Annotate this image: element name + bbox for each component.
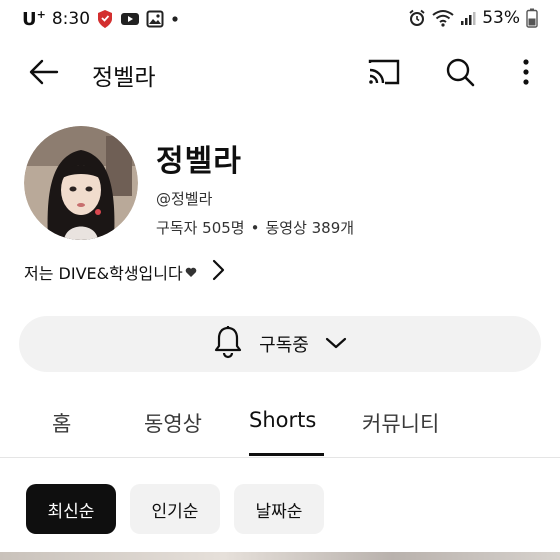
shield-icon (96, 9, 114, 29)
back-arrow-icon (29, 59, 59, 89)
wifi-icon (432, 9, 454, 27)
carrier-label: U+ (22, 8, 46, 30)
channel-stats: 구독자 505명 • 동영상 389개 (156, 217, 354, 238)
heart-icon (185, 263, 197, 282)
chip-oldest[interactable]: 날짜순 (234, 484, 324, 534)
bell-icon (213, 325, 243, 363)
tab-community[interactable]: 커뮤니티 (362, 408, 439, 438)
subscribed-button[interactable]: 구독중 (19, 316, 541, 372)
tab-shorts[interactable]: Shorts (249, 408, 316, 432)
tab-home[interactable]: 홈 (52, 408, 71, 438)
chip-latest[interactable]: 최신순 (26, 484, 116, 534)
alarm-icon (408, 9, 426, 27)
active-tab-indicator (249, 453, 324, 456)
subscriber-count: 구독자 505명 (156, 219, 245, 237)
status-bar: U+ 8:30 53% (0, 0, 560, 42)
search-button[interactable] (442, 56, 478, 92)
youtube-icon (120, 11, 140, 27)
chevron-down-icon (325, 335, 347, 354)
channel-name: 정벨라 (156, 144, 242, 179)
status-left: U+ 8:30 (22, 8, 180, 30)
battery-icon (526, 8, 538, 28)
video-count: 동영상 389개 (265, 219, 355, 237)
back-button[interactable] (26, 56, 62, 92)
search-icon (445, 57, 475, 91)
stats-separator: • (250, 218, 260, 237)
battery-level: 53% (482, 8, 520, 28)
more-vertical-icon (522, 58, 530, 90)
channel-description[interactable]: 저는 DIVE&학생입니다 (24, 259, 225, 285)
app-bar: 정벨라 (0, 46, 560, 102)
subscribe-label: 구독중 (259, 335, 309, 356)
status-time: 8:30 (51, 9, 91, 29)
cast-button[interactable] (364, 56, 404, 92)
cast-icon (367, 58, 401, 90)
channel-tabs: 홈 동영상 Shorts 커뮤니티 (0, 396, 560, 458)
shorts-thumbnail-edge (0, 552, 560, 560)
signal-icon (460, 10, 476, 26)
chip-popular[interactable]: 인기순 (130, 484, 220, 534)
gallery-icon (146, 10, 164, 28)
more-options-button[interactable] (508, 56, 544, 92)
avatar[interactable] (24, 126, 138, 240)
status-right: 53% (408, 8, 538, 28)
chevron-right-icon (211, 259, 225, 285)
channel-handle: @정벨라 (156, 190, 213, 208)
tab-videos[interactable]: 동영상 (144, 408, 202, 438)
page-title: 정벨라 (92, 65, 156, 91)
description-text: 저는 DIVE&학생입니다 (24, 264, 183, 283)
dot-icon (170, 14, 180, 24)
